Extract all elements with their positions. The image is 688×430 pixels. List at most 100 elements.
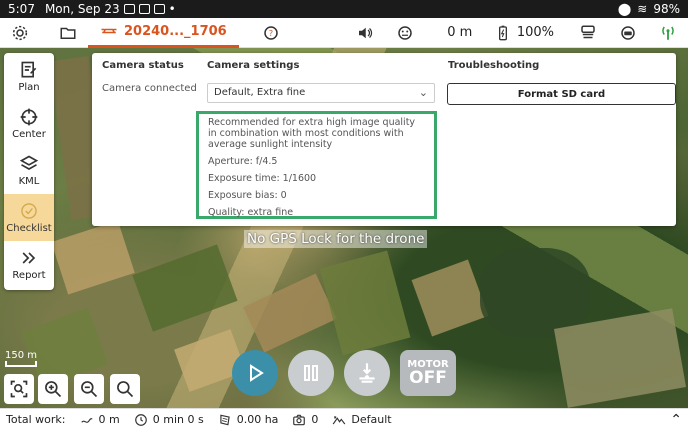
pause-icon [304, 365, 318, 381]
scale-label: 150 m [5, 350, 38, 361]
route-icon [80, 417, 92, 423]
settings-gear-icon[interactable] [0, 18, 40, 48]
battery-icon [498, 25, 507, 40]
map-field [411, 259, 489, 337]
map-scale: 150 m [5, 350, 37, 367]
menu-item-kml[interactable]: KML [4, 147, 54, 194]
play-icon [250, 364, 264, 382]
dot-icon: • [168, 2, 176, 16]
profile-stat[interactable]: Default [332, 413, 392, 427]
drone-icon [101, 28, 117, 34]
crosshair-icon [20, 108, 38, 126]
folder-icon[interactable] [48, 18, 88, 48]
land-button[interactable] [344, 350, 390, 396]
altitude-value: 0 m [447, 25, 473, 40]
camera-settings-header: Camera settings [207, 60, 300, 71]
zoom-in-button[interactable] [38, 374, 68, 404]
left-menu: Plan Center KML Checklist Report [4, 53, 54, 290]
app-notification-icon [153, 4, 165, 14]
format-sd-card-button[interactable]: Format SD card [447, 83, 676, 105]
distance-value: 0 m [98, 413, 120, 426]
troubleshooting-header: Troubleshooting [448, 60, 540, 71]
zoom-fit-button[interactable] [4, 374, 34, 404]
aperture-value: Aperture: f/4.5 [208, 156, 278, 167]
menu-label: KML [18, 176, 40, 187]
speaker-icon[interactable] [345, 18, 385, 48]
svg-text:?: ? [269, 28, 273, 38]
landing-icon [359, 363, 375, 383]
time-value: 0 min 0 s [152, 413, 204, 426]
pause-mission-button[interactable] [288, 350, 334, 396]
zoom-out-icon [81, 381, 98, 398]
menu-item-report[interactable]: Report [4, 241, 54, 288]
area-stat: 0.00 ha [218, 413, 279, 427]
mission-tab[interactable]: 20240..._1706 [88, 18, 239, 48]
motor-state: OFF [409, 367, 447, 388]
status-time: 5:07 [8, 2, 35, 16]
menu-label: Plan [18, 82, 40, 93]
camera-preset-value: Default, Extra fine [214, 87, 306, 98]
chevron-up-icon[interactable]: ⌃ [670, 412, 682, 428]
distance-stat: 0 m [80, 413, 120, 427]
area-value: 0.00 ha [236, 413, 279, 426]
menu-item-center[interactable]: Center [4, 100, 54, 147]
zoom-in-icon [45, 381, 62, 398]
map-field [132, 244, 238, 332]
menu-item-plan[interactable]: Plan [4, 53, 54, 100]
kml-layers-icon [19, 155, 39, 170]
image-icon [123, 4, 135, 14]
altitude-readout: 0 m [425, 25, 495, 40]
location-icon: ⬤ [617, 2, 632, 16]
gps-warning: No GPS Lock for the drone [244, 230, 428, 248]
time-stat: 0 min 0 s [134, 413, 204, 427]
photos-stat: 0 [292, 413, 318, 427]
motor-off-button[interactable]: MOTOR OFF [400, 350, 456, 396]
signal-antenna-icon[interactable] [648, 18, 688, 48]
battery-value: 100% [516, 25, 554, 40]
map-field [51, 220, 135, 295]
start-mission-button[interactable] [232, 350, 278, 396]
search-button[interactable] [110, 374, 140, 404]
mountain-profile-icon [333, 415, 346, 424]
total-work-label: Total work: [6, 413, 66, 426]
check-box-icon [138, 4, 150, 14]
total-work-text: Total work: [6, 413, 66, 426]
camera-status-header: Camera status [102, 60, 184, 71]
mission-name: 20240..._1706 [124, 23, 227, 39]
menu-label: Center [12, 129, 46, 140]
chevrons-right-icon [22, 252, 36, 264]
menu-label: Checklist [6, 223, 52, 234]
top-toolbar: 20240..._1706 ? 0 m 100% [0, 18, 688, 48]
drone-status-icon[interactable] [608, 18, 648, 48]
camera-status-value: Camera connected [102, 83, 197, 94]
camera-preset-details: Recommended for extra high image quality… [196, 111, 437, 219]
status-date: Mon, Sep 23 [44, 2, 120, 16]
clock-icon [134, 413, 147, 426]
search-icon [117, 381, 134, 398]
zoom-out-button[interactable] [74, 374, 104, 404]
chevron-down-icon: ⌄ [418, 86, 428, 99]
photos-value: 0 [311, 413, 319, 426]
exposure-time-value: Exposure time: 1/1600 [208, 173, 317, 184]
quality-value: Quality: extra fine [208, 207, 294, 218]
zoom-extent-icon [10, 380, 28, 398]
area-icon [220, 414, 230, 425]
check-circle-icon [21, 203, 37, 219]
camera-preset-select[interactable]: Default, Extra fine ⌄ [207, 83, 435, 103]
preset-description: Recommended for extra high image quality… [208, 117, 416, 150]
menu-item-checklist[interactable]: Checklist [4, 194, 54, 241]
exposure-bias-value: Exposure bias: 0 [208, 190, 287, 201]
map-field [319, 250, 411, 356]
plan-icon [21, 61, 37, 78]
wind-face-icon[interactable] [385, 18, 425, 48]
help-icon[interactable]: ? [251, 18, 291, 48]
battery-readout: 100% [495, 25, 554, 41]
map-field [243, 273, 337, 353]
android-status-bar: 5:07 Mon, Sep 23 • ⬤ ≋ 98% [0, 0, 688, 18]
camera-icon [293, 414, 306, 425]
battery-percent: 98% [653, 2, 680, 16]
bottom-stats-bar: Total work: 0 m 0 min 0 s 0.00 ha 0 Defa… [0, 408, 688, 430]
camera-settings-icon[interactable] [568, 18, 608, 48]
menu-label: Report [12, 270, 46, 281]
camera-panel: Camera status Camera connected Camera se… [92, 53, 676, 226]
